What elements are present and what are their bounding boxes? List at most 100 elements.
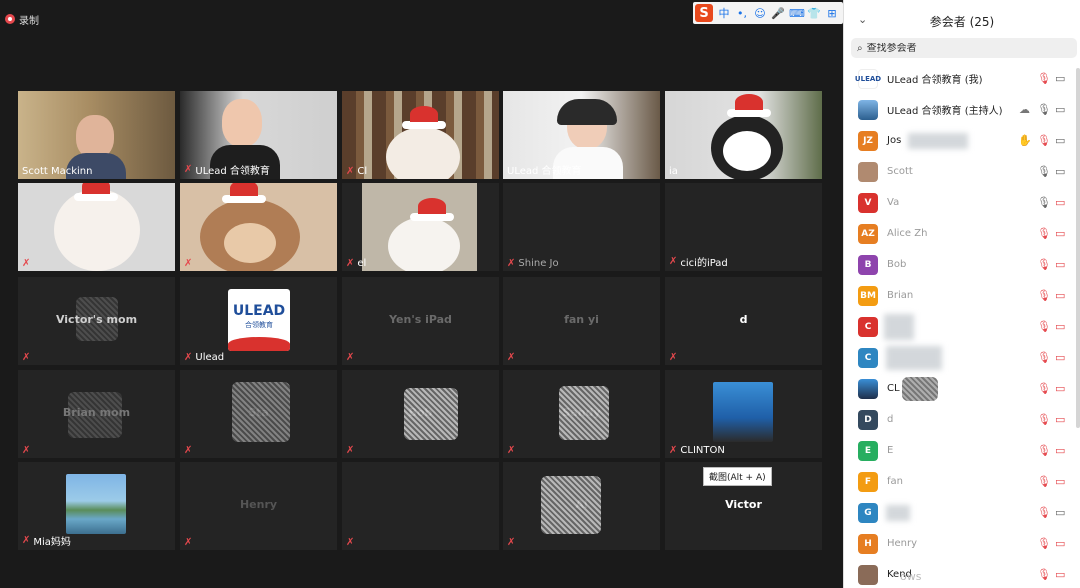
ime-emoji-icon[interactable]: ☺ [753, 7, 767, 20]
mic-icon[interactable]: 🎙 [1037, 104, 1051, 115]
mic-off-icon[interactable]: 🎙 [1037, 352, 1051, 363]
mic-off-icon: ✗ [346, 166, 355, 177]
mic-icon[interactable]: 🎙 [1037, 197, 1051, 208]
ime-voice-icon[interactable]: 🎤 [771, 7, 785, 20]
video-tile[interactable]: Al ✗ [503, 462, 660, 550]
video-tile[interactable]: ✗ [342, 462, 499, 550]
participant-row[interactable]: C 🎙 ▭ [844, 342, 1080, 373]
participant-row[interactable]: E E 🎙 ▭ [844, 435, 1080, 466]
camera-off-icon[interactable]: ▭ [1055, 569, 1065, 580]
video-tile[interactable]: ✗ Shine Jo [503, 183, 660, 271]
camera-off-icon[interactable]: ▭ [1055, 228, 1065, 239]
video-tile[interactable]: ✗ ULead 合领教育 [180, 91, 337, 179]
ime-keyboard-icon[interactable]: ⌨ [789, 7, 805, 20]
participant-list-scrollbar[interactable] [1076, 68, 1080, 428]
mic-off-icon[interactable]: 🎙 [1037, 259, 1051, 270]
mic-off-icon[interactable]: 🎙 [1037, 228, 1051, 239]
ime-punctuation-icon[interactable]: •, [735, 7, 749, 20]
camera-off-icon[interactable]: ▭ [1055, 414, 1065, 425]
sogou-logo-icon[interactable]: S [695, 4, 713, 22]
participant-row[interactable]: Scott 🎙 ▭ [844, 156, 1080, 187]
camera-off-icon[interactable]: ▭ [1055, 259, 1065, 270]
mic-off-icon[interactable]: 🎙 [1037, 290, 1051, 301]
participant-row[interactable]: F fan 🎙 ▭ [844, 466, 1080, 497]
participant-row[interactable]: AZ Alice Zh 🎙 ▭ [844, 218, 1080, 249]
mic-icon[interactable]: 🎙 [1037, 166, 1051, 177]
video-tile[interactable]: Yen's iPad ✗ [342, 277, 499, 365]
mic-off-icon[interactable]: 🎙 [1037, 383, 1051, 394]
tile-name-label: ✗ [346, 445, 354, 456]
participant-name-center: Brian mom [62, 406, 131, 419]
camera-off-icon[interactable]: ▭ [1055, 197, 1065, 208]
video-tile[interactable]: d ✗ [665, 277, 822, 365]
tile-name-label: ✗ [22, 258, 33, 269]
video-tile[interactable]: ✗ Cl [342, 91, 499, 179]
tile-name-label: ia [669, 166, 678, 177]
mic-off-icon[interactable]: 🎙 [1037, 538, 1051, 549]
camera-icon[interactable]: ▭ [1055, 166, 1065, 177]
camera-off-icon[interactable]: ▭ [1055, 321, 1065, 332]
video-tile[interactable]: ULEAD 合领教育 ✗ Ulead [180, 277, 337, 365]
ime-chinese-toggle[interactable]: 中 [717, 5, 731, 21]
video-tile-active-speaker[interactable]: ULead 合领教育 [503, 91, 660, 179]
ime-toolbox-icon[interactable]: ⊞ [825, 7, 839, 20]
ime-toolbar[interactable]: S 中 •, ☺ 🎤 ⌨ 👕 ⊞ [693, 2, 843, 24]
mic-off-icon[interactable]: 🎙 [1037, 135, 1051, 146]
mic-off-icon[interactable]: 🎙 [1037, 569, 1051, 580]
camera-icon[interactable]: ▭ [1055, 135, 1065, 146]
video-tile[interactable]: Sta ✗ [180, 370, 337, 458]
video-tile[interactable]: ✗ Mia妈妈 [18, 462, 175, 550]
participant-row[interactable]: CL 🎙 ▭ [844, 373, 1080, 404]
mic-off-icon: ✗ [346, 445, 355, 456]
mic-off-icon[interactable]: 🎙 [1037, 476, 1051, 487]
video-tile[interactable]: Brian mom ✗ [18, 370, 175, 458]
participant-row[interactable]: B Bob 🎙 ▭ [844, 249, 1080, 280]
tile-name-label: ✗ el [346, 258, 367, 269]
mic-off-icon[interactable]: 🎙 [1037, 445, 1051, 456]
participant-row[interactable]: ULEAD ULead 合领教育 (我) 🎙 ▭ [844, 63, 1080, 94]
mic-off-icon: ✗ [22, 535, 31, 546]
tile-name-label: ✗ [507, 352, 515, 363]
video-tile[interactable]: ✗ CLINTON [665, 370, 822, 458]
participant-row[interactable]: V Va 🎙 ▭ [844, 187, 1080, 218]
video-tile[interactable]: Bob ✗ [342, 370, 499, 458]
video-tile[interactable]: ✗ cici的iPad [665, 183, 822, 271]
ime-skin-icon[interactable]: 👕 [807, 7, 821, 20]
camera-icon[interactable]: ▭ [1055, 104, 1065, 115]
camera-off-icon[interactable]: ▭ [1055, 352, 1065, 363]
video-tile[interactable]: ia [665, 91, 822, 179]
participant-row[interactable]: JZ Jos ✋ 🎙 ▭ [844, 125, 1080, 156]
mic-off-icon[interactable]: 🎙 [1037, 73, 1051, 84]
tile-name-label: ✗ [669, 352, 677, 363]
camera-off-icon[interactable]: ▭ [1055, 445, 1065, 456]
video-tile[interactable]: ✗ [18, 183, 175, 271]
video-tile[interactable]: Henry ✗ [180, 462, 337, 550]
participant-row[interactable]: ULead 合领教育 (主持人) ☁ 🎙 ▭ [844, 94, 1080, 125]
camera-icon[interactable]: ▭ [1055, 507, 1065, 518]
camera-off-icon[interactable]: ▭ [1055, 383, 1065, 394]
participant-row[interactable]: BM Brian 🎙 ▭ [844, 280, 1080, 311]
mic-off-icon[interactable]: 🎙 [1037, 507, 1051, 518]
camera-off-icon[interactable]: ▭ [1055, 538, 1065, 549]
participant-row[interactable]: G 🎙 ▭ [844, 497, 1080, 528]
avatar: B [858, 254, 878, 275]
mic-off-icon[interactable]: 🎙 [1037, 321, 1051, 332]
mic-off-icon[interactable]: 🎙 [1037, 414, 1051, 425]
video-tile[interactable]: ✗ [180, 183, 337, 271]
participant-row[interactable]: D d 🎙 ▭ [844, 404, 1080, 435]
video-tile[interactable]: Sandy ✗ [503, 370, 660, 458]
video-tile[interactable]: Scott Mackinn [18, 91, 175, 179]
camera-icon[interactable]: ▭ [1055, 73, 1065, 84]
recording-indicator[interactable]: 录制 [5, 10, 39, 28]
video-tile[interactable]: Victor's mom ✗ [18, 277, 175, 365]
video-tile[interactable]: ✗ el [342, 183, 499, 271]
video-tile[interactable]: fan yi ✗ [503, 277, 660, 365]
participant-row[interactable]: C 🎙 ▭ [844, 311, 1080, 342]
search-input[interactable] [866, 42, 1057, 54]
camera-off-icon[interactable]: ▭ [1055, 476, 1065, 487]
camera-off-icon[interactable]: ▭ [1055, 290, 1065, 301]
search-box[interactable]: ⌕ [851, 38, 1077, 58]
mic-off-icon: ✗ [184, 258, 193, 269]
participant-row[interactable]: H Henry 🎙 ▭ [844, 528, 1080, 559]
participant-row[interactable]: Kend 🎙 ▭ [844, 559, 1080, 588]
